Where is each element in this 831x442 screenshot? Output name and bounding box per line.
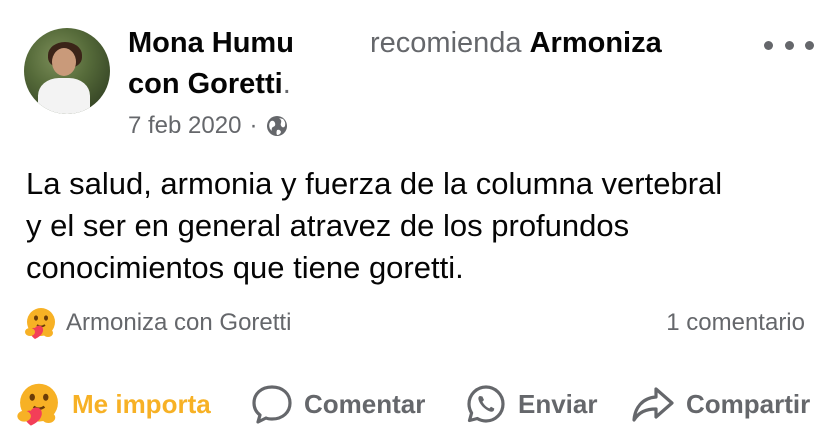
post-card: Mona Humu recomienda Armoniza con Gorett… [0,0,831,442]
meta-separator: · [249,112,258,139]
comment-count-link[interactable]: 1 comentario [666,306,805,340]
share-arrow-icon [630,382,676,426]
comment-button-label: Comentar [304,388,426,419]
comment-button[interactable]: Comentar [250,378,425,430]
reaction-summary-text: Armoniza con Goretti [66,309,292,336]
comment-bubble-icon [250,382,294,426]
globe-icon[interactable] [265,114,289,138]
react-button[interactable]: Me importa [16,378,211,430]
reaction-summary[interactable]: Armoniza con Goretti [24,306,291,340]
author-avatar[interactable] [24,28,110,114]
share-button[interactable]: Compartir [630,378,810,430]
share-button-label: Compartir [686,388,811,419]
more-options-button[interactable] [764,30,814,60]
recommended-page-link[interactable]: Armoniza [530,27,662,59]
care-emoji-icon [16,381,62,427]
recommendation-line: recomienda Armoniza [370,24,662,62]
post-body-text: La salud, armonia y fuerza de la columna… [26,166,723,285]
avatar-shirt [38,78,90,114]
avatar-face [52,48,76,76]
tagged-period: . [282,68,291,100]
send-button-label: Enviar [518,388,598,419]
post-meta: 7 feb 2020 · [128,111,289,141]
post-date[interactable]: 7 feb 2020 [128,111,241,141]
action-bar: Me importa Comentar Enviar Compartir [0,378,831,430]
send-button[interactable]: Enviar [464,378,598,430]
whatsapp-icon [464,382,508,426]
react-button-label: Me importa [72,388,211,419]
care-emoji-icon [25,308,55,339]
tagged-line: con Goretti. [128,65,291,103]
with-prefix: con [128,68,180,100]
tagged-person-link[interactable]: Goretti [188,68,283,100]
author-name[interactable]: Mona Humu [128,27,294,59]
more-dot [784,40,794,50]
recommends-label: recomienda [370,27,522,59]
more-dot [764,40,773,50]
more-dot [805,40,814,50]
